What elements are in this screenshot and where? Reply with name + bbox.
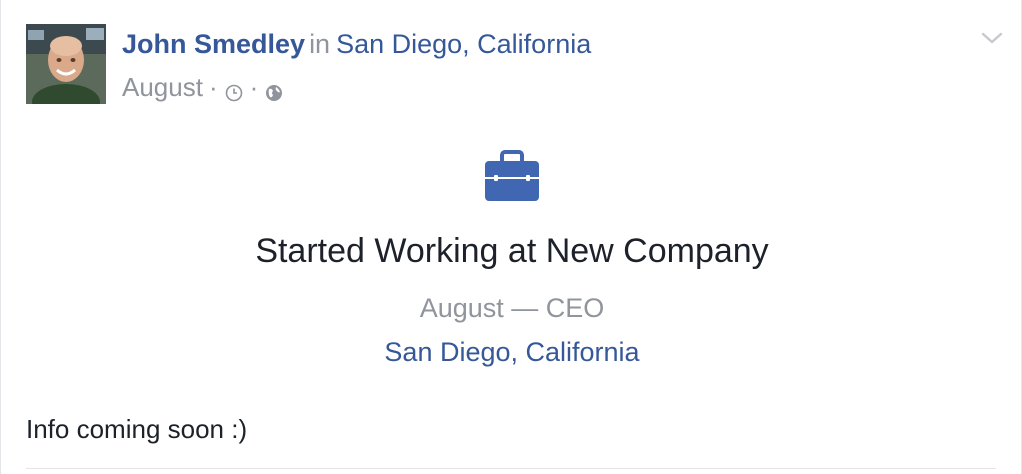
post-options-button[interactable] (980, 28, 1004, 48)
in-label: in (309, 29, 331, 59)
chevron-down-icon (981, 32, 1003, 44)
post-meta: August · · (122, 70, 284, 104)
profile-photo (26, 24, 106, 104)
clock-icon (224, 77, 244, 102)
divider (26, 468, 996, 469)
event-title: Started Working at New Company (255, 232, 769, 270)
post-date-link[interactable]: August (122, 70, 203, 104)
separator-dot: · (208, 72, 218, 102)
author-name-link[interactable]: John Smedley (122, 29, 305, 59)
life-event: Started Working at New Company August — … (1, 150, 1022, 369)
avatar[interactable] (26, 24, 106, 104)
post-body-text: Info coming soon :) (26, 414, 248, 444)
location-link[interactable]: San Diego, California (336, 29, 591, 59)
globe-icon[interactable] (264, 77, 284, 101)
separator-dot: · (249, 72, 259, 102)
briefcase-icon (484, 150, 540, 202)
event-location-link[interactable]: San Diego, California (1, 335, 1022, 369)
post-header: John Smedley in San Diego, California (122, 27, 591, 61)
post-card: John Smedley in San Diego, California Augu… (0, 0, 1022, 474)
event-subtitle: August — CEO (419, 293, 605, 323)
